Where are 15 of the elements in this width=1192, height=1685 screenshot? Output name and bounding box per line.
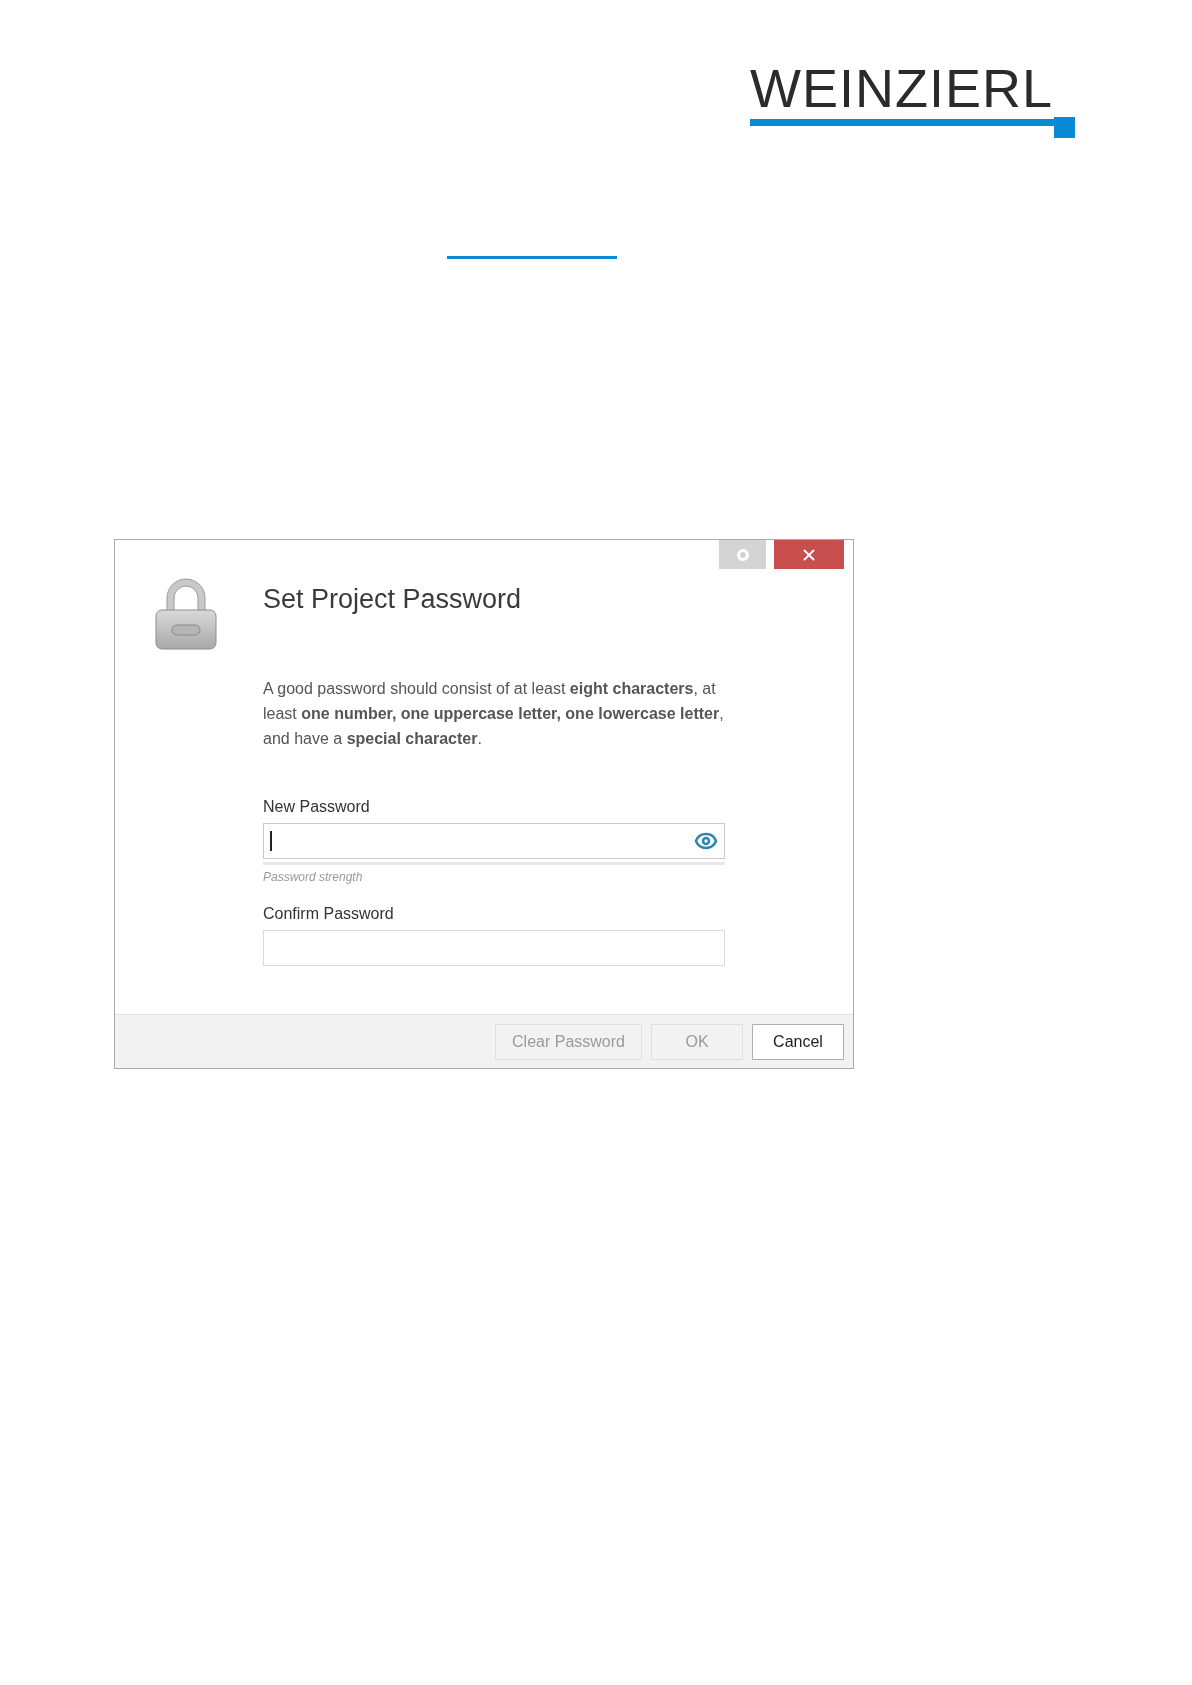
logo-underline-icon <box>750 116 1075 138</box>
field-label: New Password <box>263 796 371 817</box>
password-field[interactable] <box>263 822 725 859</box>
logo-text: WEINZIERL <box>750 60 1054 116</box>
strength-hint: Password strength <box>263 868 364 886</box>
description-text: A good password should consist of at least eight characters, at least one number, one uppercase letter, one lowercase letter, and have a special character. <box>263 678 725 749</box>
password-field[interactable] <box>263 929 725 966</box>
settings-icon <box>736 548 749 561</box>
dialog-title: Set Project Password <box>263 583 523 616</box>
text-cursor-icon <box>270 830 272 851</box>
padlock-icon <box>155 578 217 650</box>
settings-button[interactable] <box>719 540 766 569</box>
close-button[interactable] <box>774 540 844 569</box>
field-label: Confirm Password <box>263 903 395 924</box>
dialog-button[interactable]: Cancel <box>752 1023 844 1060</box>
